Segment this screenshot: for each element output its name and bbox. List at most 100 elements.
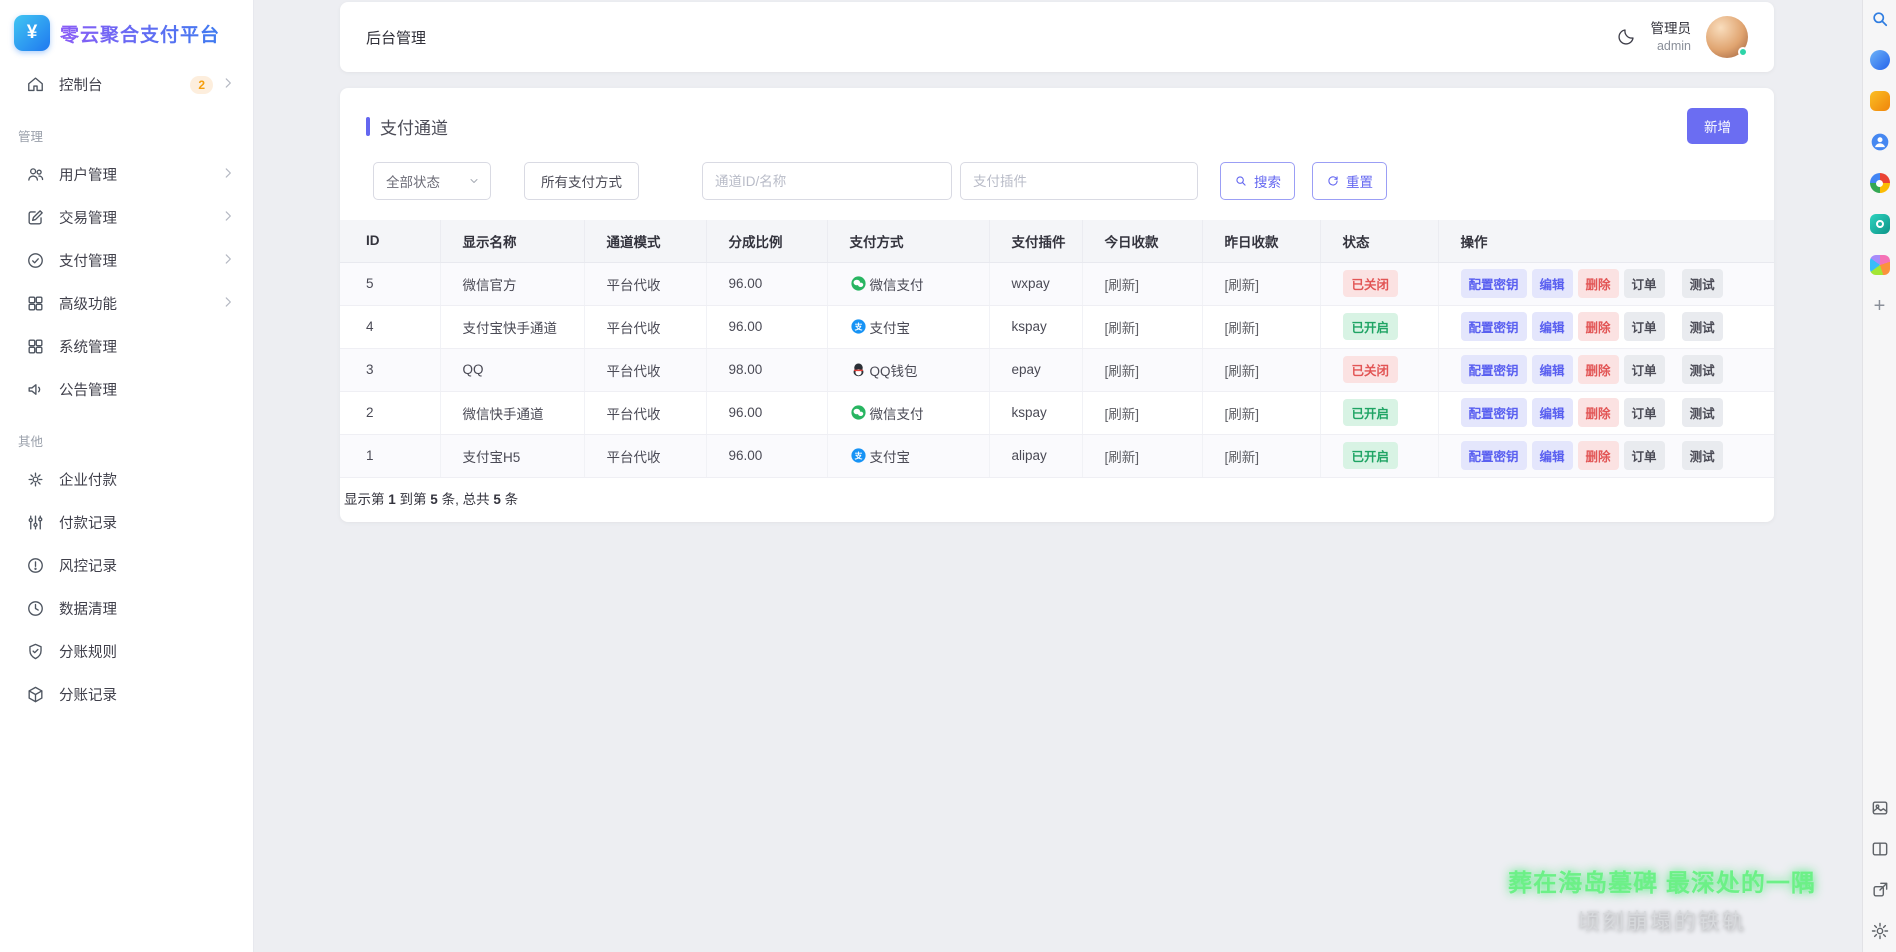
table-header-row: ID 显示名称 通道模式 分成比例 支付方式 支付插件 今日收款 昨日收款 状态… (340, 220, 1774, 262)
reset-button[interactable]: 重置 (1312, 162, 1387, 200)
refresh-today-link[interactable]: [刷新] (1105, 278, 1140, 293)
lyric-line-current: 葬在海岛墓碑 最深处的一隅 (1442, 863, 1882, 898)
configure-key-button[interactable]: 配置密钥 (1461, 269, 1527, 298)
test-button[interactable]: 测试 (1682, 269, 1723, 298)
method-label: QQ钱包 (870, 360, 918, 380)
app-orange-icon[interactable] (1869, 90, 1891, 112)
settings-gear-icon[interactable] (1869, 920, 1891, 942)
configure-key-button[interactable]: 配置密钥 (1461, 355, 1527, 384)
users-icon (26, 165, 46, 185)
filter-bar: 全部状态 所有支付方式 搜索 重置 (340, 160, 1774, 220)
refresh-yesterday-link[interactable]: [刷新] (1225, 407, 1260, 422)
status-badge: 已关闭 (1343, 356, 1399, 383)
svg-text:支: 支 (853, 450, 862, 460)
refresh-yesterday-link[interactable]: [刷新] (1225, 364, 1260, 379)
cell-id: 4 (340, 305, 440, 348)
avatar[interactable] (1706, 16, 1748, 58)
order-button[interactable]: 订单 (1624, 441, 1665, 470)
sidebar-item-trades[interactable]: 交易管理 (0, 196, 253, 239)
palette-app-icon[interactable] (1869, 254, 1891, 276)
sidebar-item-data-cleanup[interactable]: 数据清理 (0, 587, 253, 630)
test-button[interactable]: 测试 (1682, 441, 1723, 470)
configure-key-button[interactable]: 配置密钥 (1461, 398, 1527, 427)
cell-mode: 平台代收 (584, 434, 706, 477)
sidebar-item-payments[interactable]: 支付管理 (0, 239, 253, 282)
plugin-input[interactable] (960, 162, 1198, 200)
refresh-today-link[interactable]: [刷新] (1105, 407, 1140, 422)
wechat-pay-icon (850, 275, 867, 292)
refresh-today-link[interactable]: [刷新] (1105, 364, 1140, 379)
refresh-today-link[interactable]: [刷新] (1105, 321, 1140, 336)
qq-wallet-icon (850, 361, 867, 378)
sidebar-item-label: 控制台 (59, 74, 190, 95)
sidebar-item-split-rules[interactable]: 分账规则 (0, 630, 253, 673)
table-row: 4 支付宝快手通道 平台代收 96.00 支支付宝 kspay [刷新] [刷新… (340, 305, 1774, 348)
edit-button[interactable]: 编辑 (1532, 398, 1573, 427)
sidebar-item-enterprise-pay[interactable]: 企业付款 (0, 458, 253, 501)
refresh-today-link[interactable]: [刷新] (1105, 450, 1140, 465)
search-icon[interactable] (1869, 8, 1891, 30)
test-button[interactable]: 测试 (1682, 398, 1723, 427)
cell-ratio: 98.00 (706, 348, 827, 391)
order-button[interactable]: 订单 (1624, 269, 1665, 298)
camera-app-icon[interactable] (1869, 213, 1891, 235)
contacts-icon[interactable] (1869, 131, 1891, 153)
sidebar-item-payment-records[interactable]: 付款记录 (0, 501, 253, 544)
edit-button[interactable]: 编辑 (1532, 312, 1573, 341)
pinwheel-app-icon[interactable] (1869, 172, 1891, 194)
search-button[interactable]: 搜索 (1220, 162, 1295, 200)
app-blue-icon[interactable] (1869, 49, 1891, 71)
add-icon[interactable]: + (1869, 295, 1891, 317)
brand-logo-icon: ¥ (14, 15, 50, 51)
delete-button[interactable]: 删除 (1578, 269, 1619, 298)
status-select[interactable]: 全部状态 (373, 162, 491, 200)
chevron-down-icon (468, 175, 480, 187)
method-filter-button[interactable]: 所有支付方式 (524, 162, 639, 200)
sidebar-item-risk-records[interactable]: 风控记录 (0, 544, 253, 587)
delete-button[interactable]: 删除 (1578, 312, 1619, 341)
cell-actions: 配置密钥编辑删除订单测试 (1438, 434, 1774, 477)
edit-button[interactable]: 编辑 (1532, 441, 1573, 470)
sidebar-item-label: 用户管理 (59, 164, 221, 185)
channel-input[interactable] (702, 162, 952, 200)
test-button[interactable]: 测试 (1682, 312, 1723, 341)
order-button[interactable]: 订单 (1624, 312, 1665, 341)
col-header-id: ID (340, 220, 440, 262)
delete-button[interactable]: 删除 (1578, 398, 1619, 427)
configure-key-button[interactable]: 配置密钥 (1461, 312, 1527, 341)
main-content: 后台管理 管理员 admin 支付通道 新增 全部状态 (254, 0, 1862, 952)
split-view-icon[interactable] (1869, 838, 1891, 860)
moon-icon[interactable] (1616, 27, 1636, 47)
cell-today: [刷新] (1082, 262, 1202, 305)
gear-flower-icon (26, 470, 46, 490)
order-button[interactable]: 订单 (1624, 355, 1665, 384)
delete-button[interactable]: 删除 (1578, 441, 1619, 470)
cell-id: 5 (340, 262, 440, 305)
search-icon (1234, 174, 1248, 188)
configure-key-button[interactable]: 配置密钥 (1461, 441, 1527, 470)
sidebar-item-split-records[interactable]: 分账记录 (0, 673, 253, 716)
delete-button[interactable]: 删除 (1578, 355, 1619, 384)
cell-status: 已开启 (1320, 391, 1438, 434)
sidebar-item-label: 公告管理 (59, 379, 235, 400)
add-button[interactable]: 新增 (1687, 108, 1748, 144)
refresh-yesterday-link[interactable]: [刷新] (1225, 450, 1260, 465)
test-button[interactable]: 测试 (1682, 355, 1723, 384)
refresh-yesterday-link[interactable]: [刷新] (1225, 278, 1260, 293)
sidebar-item-label: 分账记录 (59, 684, 235, 705)
pagination-summary: 显示第 1 到第 5 条, 总共 5 条 (340, 478, 1774, 518)
brand-name: 零云聚合支付平台 (60, 20, 220, 47)
screenshot-icon[interactable] (1869, 797, 1891, 819)
edit-button[interactable]: 编辑 (1532, 269, 1573, 298)
chevron-right-icon (221, 166, 235, 184)
refresh-yesterday-link[interactable]: [刷新] (1225, 321, 1260, 336)
sidebar-item-dashboard[interactable]: 控制台 2 (0, 63, 253, 106)
sidebar-item-users[interactable]: 用户管理 (0, 153, 253, 196)
sidebar-item-announcements[interactable]: 公告管理 (0, 368, 253, 411)
sidebar-item-system[interactable]: 系统管理 (0, 325, 253, 368)
external-link-icon[interactable] (1869, 879, 1891, 901)
order-button[interactable]: 订单 (1624, 398, 1665, 427)
brand[interactable]: ¥ 零云聚合支付平台 (0, 0, 253, 63)
sidebar-item-advanced[interactable]: 高级功能 (0, 282, 253, 325)
edit-button[interactable]: 编辑 (1532, 355, 1573, 384)
